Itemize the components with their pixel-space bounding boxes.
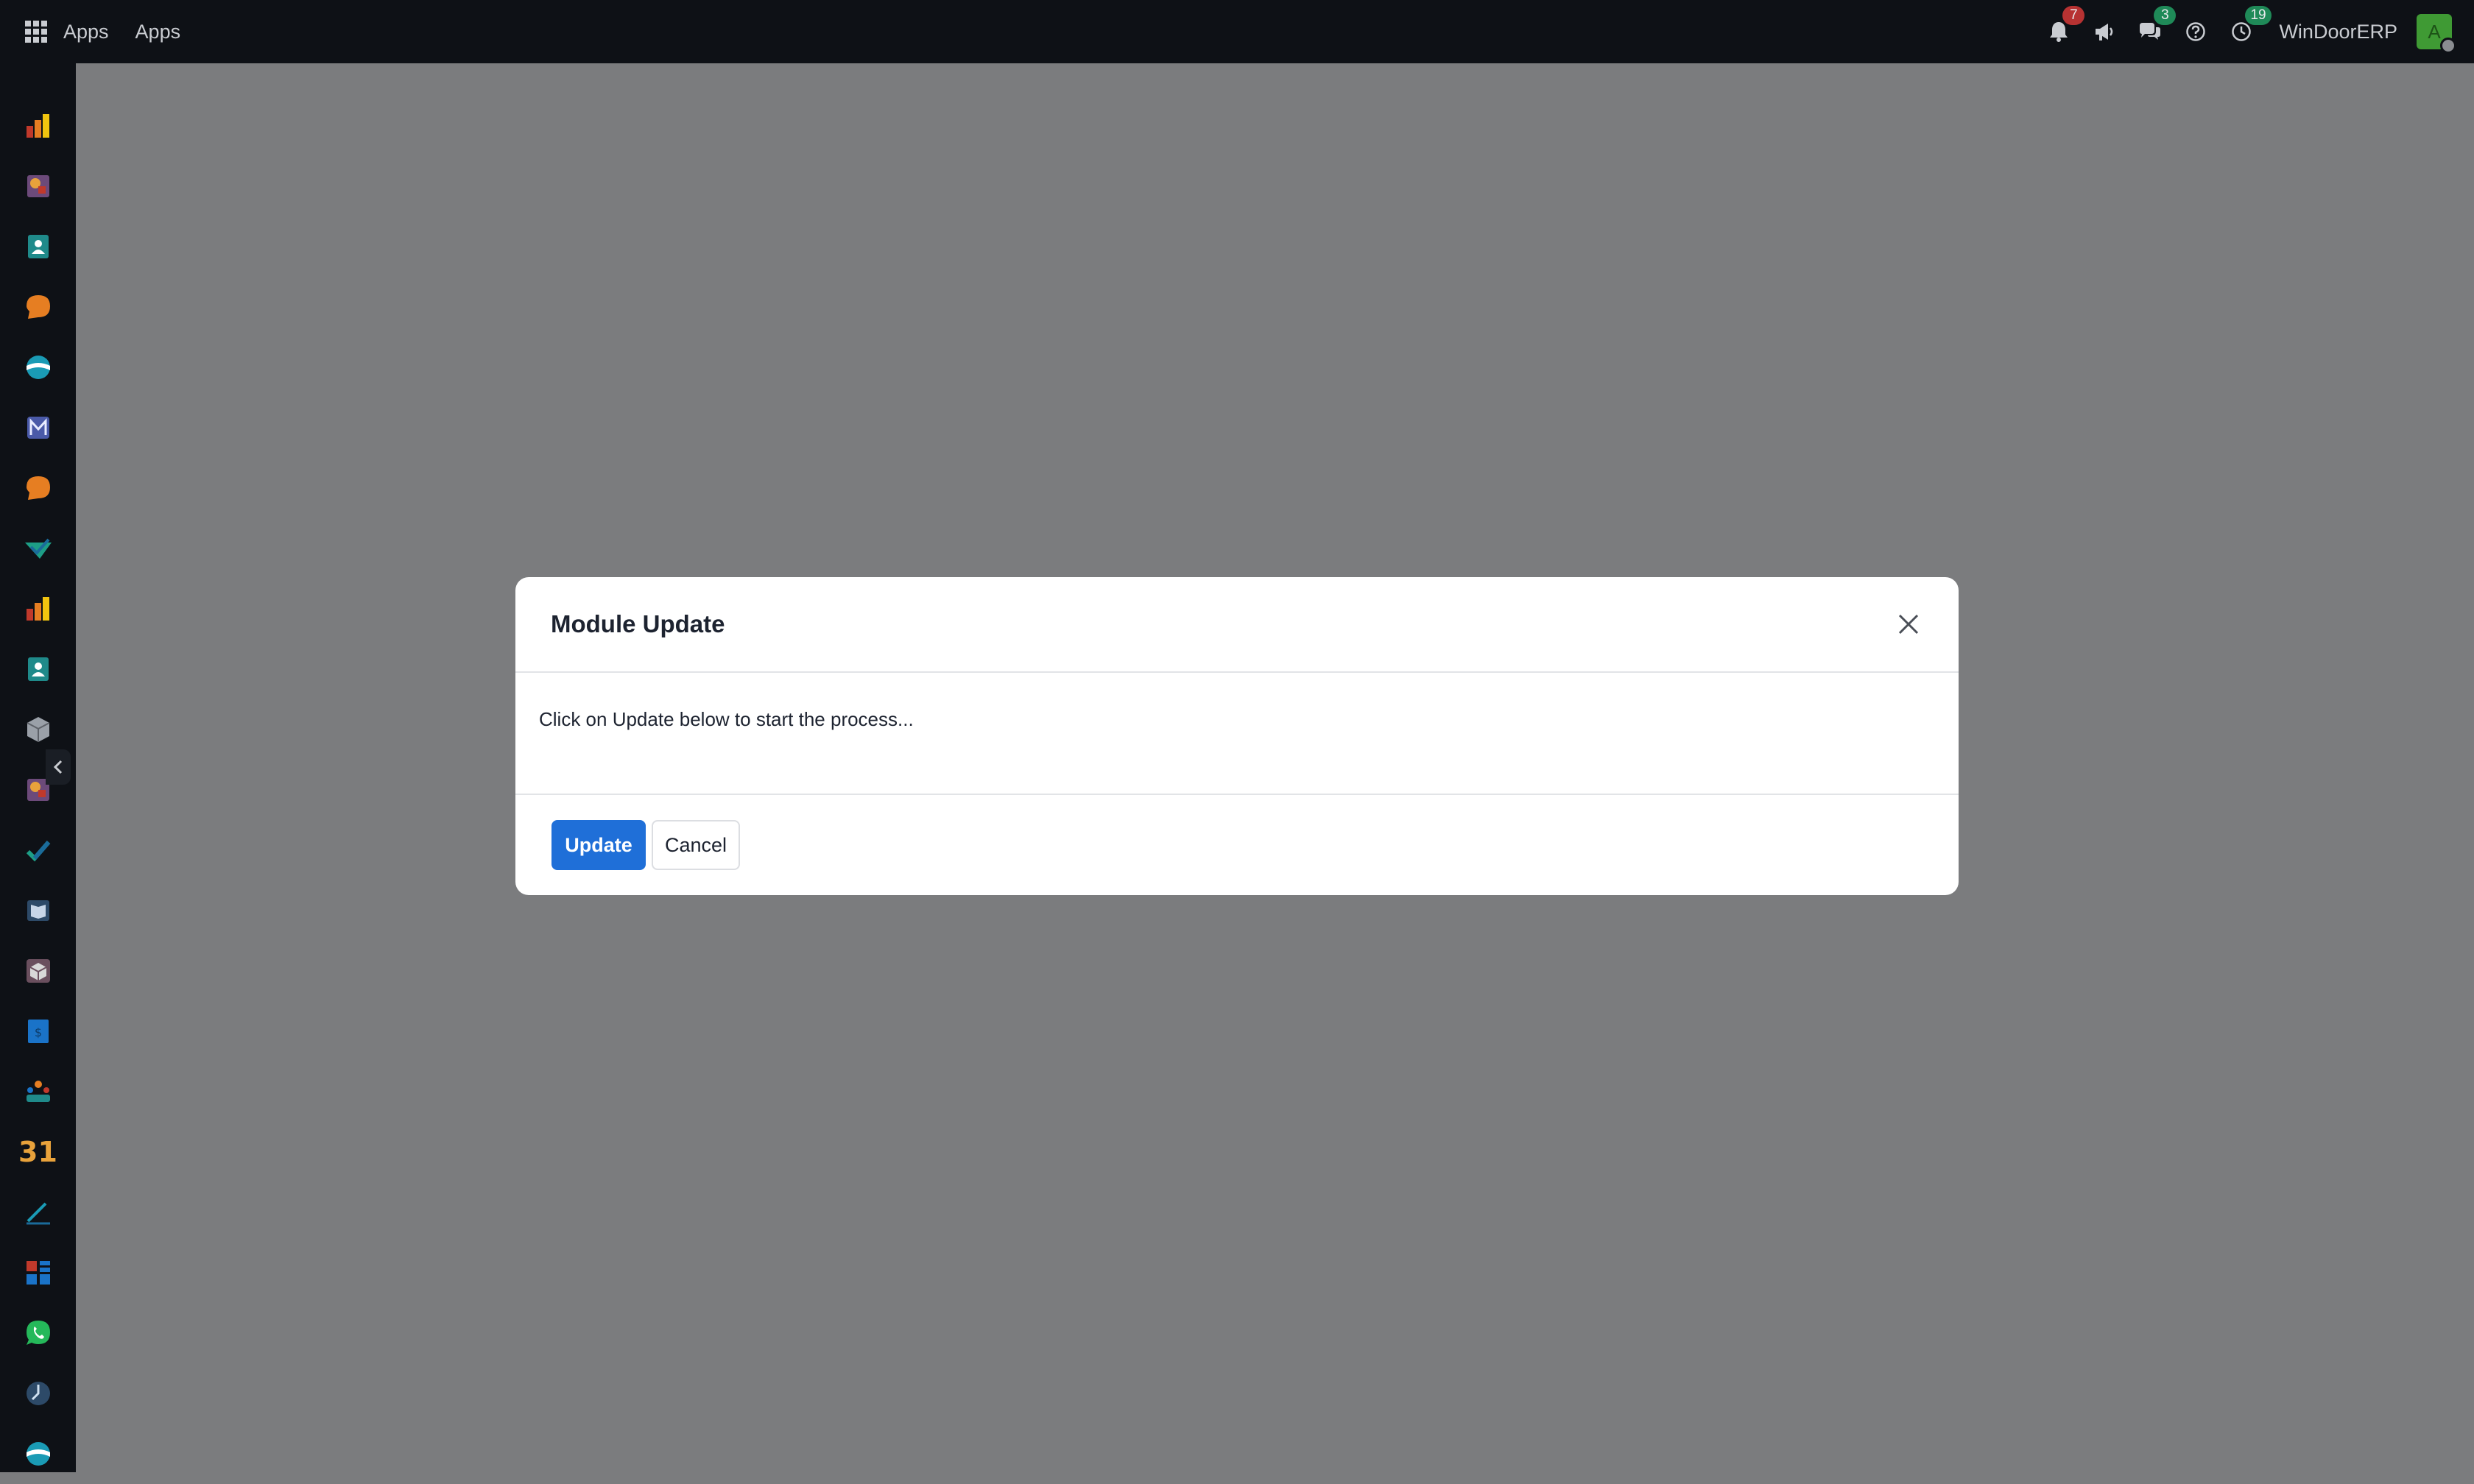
sidebar-app-email-marketing[interactable] [0,398,76,458]
dashboard-bars-icon [26,114,49,138]
sidebar-app-timeoff[interactable] [0,1363,76,1424]
dashboard-grid-icon [26,1261,50,1285]
project-check-icon [26,841,50,862]
sidebar-app-employees[interactable] [0,639,76,699]
module-update-dialog: Module Update Click on Update below to s… [515,577,1959,895]
sidebar-app-product[interactable] [0,941,76,1001]
bell-icon [2050,22,2068,42]
messages-button[interactable]: 3 [2127,0,2177,63]
svg-text:$: $ [34,1025,41,1039]
sidebar-app-calendar[interactable]: 31 [0,1122,76,1182]
email-marketing-icon [27,417,49,439]
clock-icon [2232,22,2252,41]
puzzle-app-icon [27,175,49,197]
avatar-initial: A [2428,20,2441,43]
dialog-message: Click on Update below to start the proce… [539,708,914,730]
user-avatar[interactable]: A [2417,14,2456,54]
sidebar-app-discuss[interactable] [0,277,76,337]
live-chat-bubble-icon [26,476,50,500]
dialog-header: Module Update [515,577,1959,673]
chevron-left-icon [53,760,63,774]
sidebar-app-team[interactable] [0,1061,76,1122]
close-icon [1898,614,1919,635]
sidebar-app-documents[interactable] [0,518,76,579]
menu-apps[interactable]: Apps [135,21,181,43]
sidebar-app-invoicing[interactable]: $ [0,1001,76,1061]
chat-bubbles-icon [2140,23,2161,40]
discuss-bubble-icon [26,295,50,319]
sidebar-app-reports[interactable] [0,579,76,639]
sidebar-app-dashboard[interactable] [0,96,76,156]
sidebar-app-project[interactable] [0,820,76,880]
app-grid-icon[interactable] [4,0,68,63]
sign-pen-icon [26,1202,50,1225]
sidebar-app-website[interactable] [0,337,76,398]
sidebar-app-whatsapp[interactable] [0,1303,76,1363]
inventory-box-icon [27,717,49,742]
website-wave-icon-2 [26,1442,50,1466]
sidebar-app-livechat[interactable] [0,458,76,518]
sidebar-app-2[interactable] [0,156,76,216]
contacts-icon [27,235,49,258]
presence-status-icon [2440,38,2456,54]
sidebar-app-contacts[interactable] [0,216,76,277]
help-button[interactable] [2173,0,2219,63]
activities-badge: 19 [2245,6,2272,25]
dialog-body: Click on Update below to start the proce… [515,673,1959,795]
sidebar-app-sign[interactable] [0,1182,76,1243]
company-switcher[interactable]: WinDoorERP [2279,21,2397,43]
megaphone-icon [2096,24,2113,40]
cancel-button[interactable]: Cancel [652,820,740,870]
reports-bars-icon [26,597,49,621]
product-cube-icon [26,959,50,983]
employees-icon [27,657,49,681]
documents-check-icon [24,538,52,559]
website-wave-icon [26,356,50,379]
dialog-close-button[interactable] [1888,604,1929,645]
question-circle-icon [2186,22,2206,41]
dialog-footer: Update Cancel [515,795,1959,895]
calendar-31-icon: 31 [18,1136,57,1168]
team-icon [26,1081,50,1102]
sidebar-app-website-2[interactable] [0,1424,76,1484]
sidebar-app-dashboards[interactable] [0,1243,76,1303]
dialog-title: Module Update [551,610,725,637]
top-navbar: Apps Apps 7 3 19 WinDoorERP A [0,0,2474,63]
app-sidebar: $ 31 [0,63,76,1472]
activities-button[interactable]: 19 [2219,0,2272,63]
systray: 7 3 19 WinDoorERP A [2036,0,2474,63]
invoicing-icon: $ [27,1020,49,1043]
announcements-button[interactable] [2082,0,2127,63]
sidebar-collapse-toggle[interactable] [46,749,71,785]
update-button[interactable]: Update [551,820,646,870]
notifications-button[interactable]: 7 [2036,0,2085,63]
knowledge-book-icon [27,900,49,921]
brand-label[interactable]: Apps [63,21,109,43]
time-off-icon [26,1382,50,1405]
whatsapp-icon [26,1321,50,1345]
sidebar-app-knowledge[interactable] [0,880,76,941]
